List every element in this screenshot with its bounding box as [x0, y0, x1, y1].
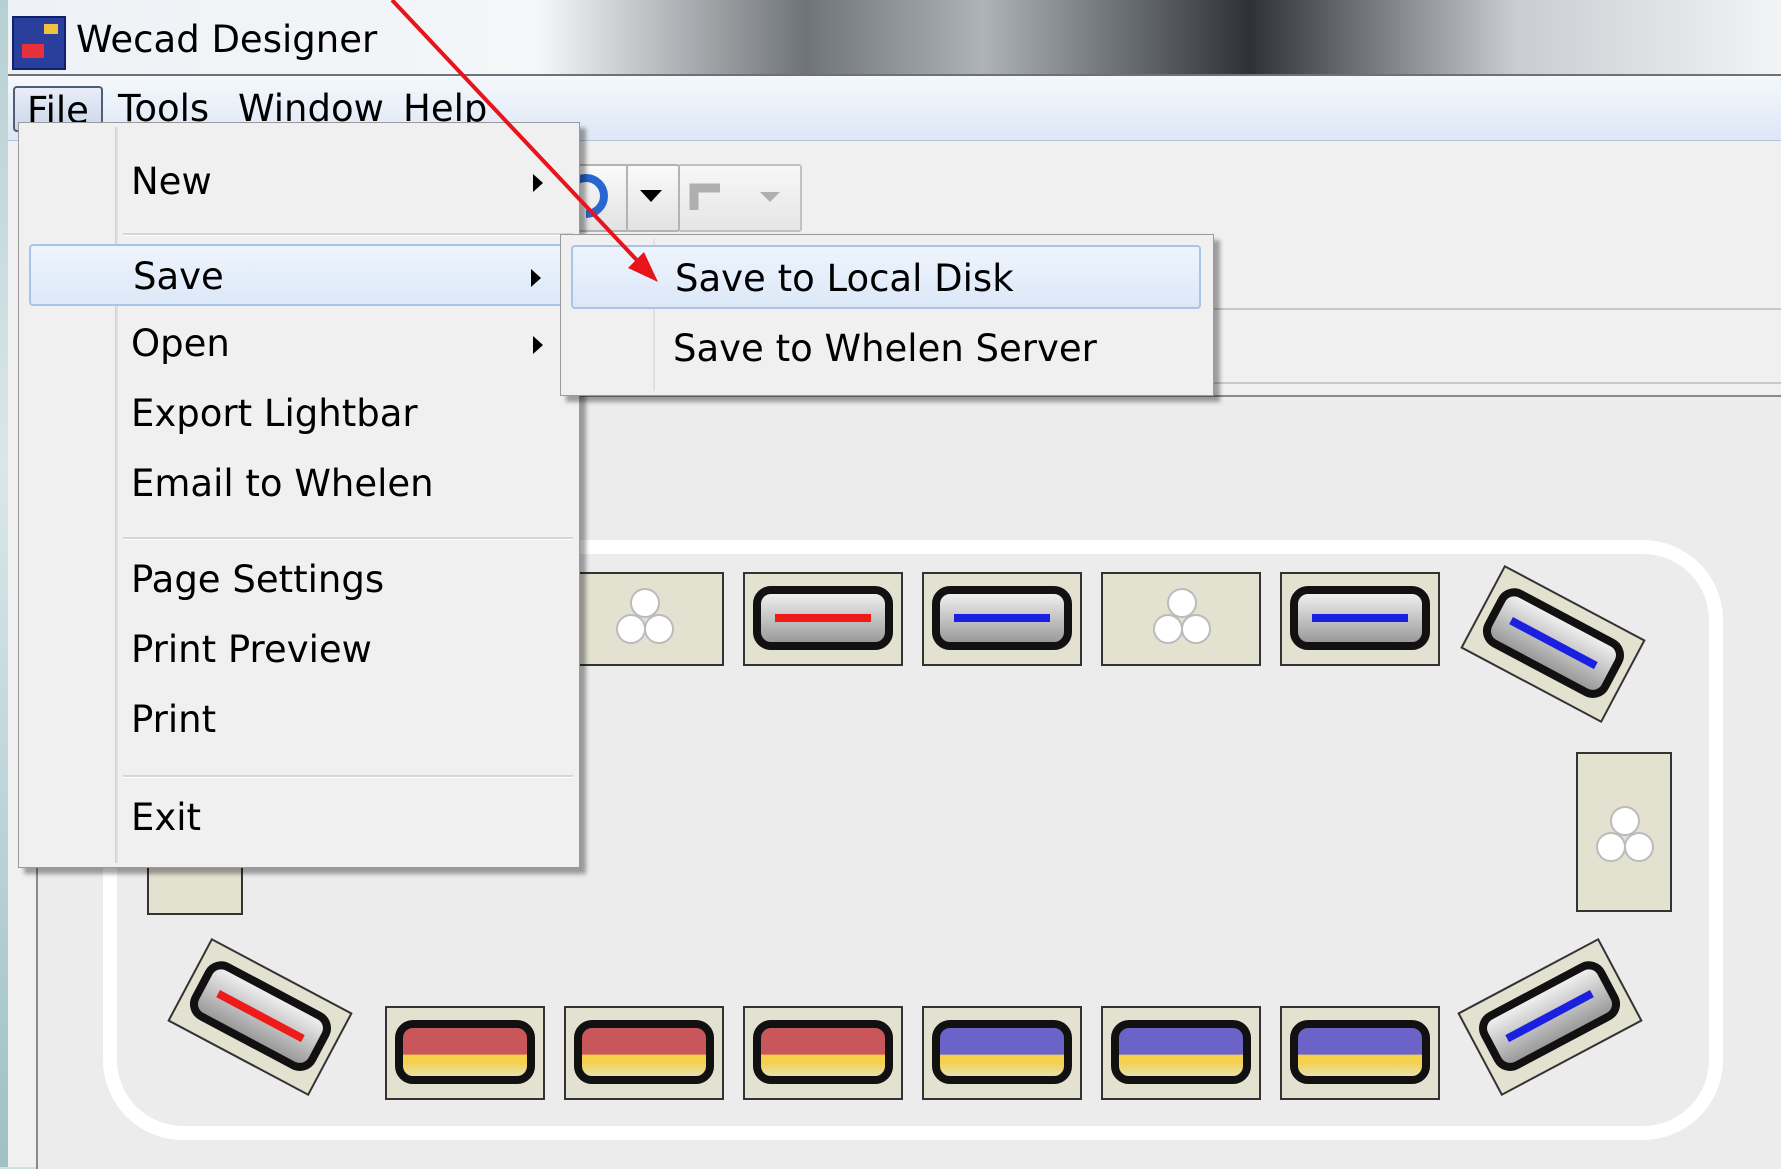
lightbar-module[interactable] [1280, 572, 1440, 666]
lamp-blue [932, 1020, 1072, 1084]
lightbar-module[interactable] [743, 1006, 903, 1100]
menu-item-new[interactable]: New [19, 151, 579, 213]
lightbar-module[interactable] [922, 572, 1082, 666]
submenu-arrow-icon [533, 174, 543, 192]
lamp-blue [1290, 1020, 1430, 1084]
lamp-blue [932, 586, 1072, 650]
menu-item-save-to-local-disk[interactable]: Save to Local Disk [571, 245, 1201, 309]
menu-item-label: Print Preview [131, 628, 372, 671]
lightbar-module[interactable] [564, 1006, 724, 1100]
lightbar-module[interactable] [385, 1006, 545, 1100]
menu-item-label: Exit [131, 796, 202, 839]
lightbar-module[interactable] [1280, 1006, 1440, 1100]
menu-item-email-to-whelen[interactable]: Email to Whelen [19, 453, 579, 515]
menu-item-print[interactable]: Print [19, 689, 579, 751]
app-icon [12, 16, 66, 70]
lightbar-side-module[interactable] [1576, 752, 1672, 912]
lamp-red [753, 586, 893, 650]
cluster-light-icon [1596, 806, 1654, 862]
app-window: Wecad Designer File Tools Window Help Ne… [8, 0, 1781, 1169]
lightbar-module[interactable] [922, 1006, 1082, 1100]
title-bar[interactable]: Wecad Designer [8, 0, 1781, 76]
menu-item-export-lightbar[interactable]: Export Lightbar [19, 383, 579, 445]
menu-item-page-settings[interactable]: Page Settings [19, 549, 579, 611]
menu-item-label: Export Lightbar [131, 392, 418, 435]
menu-item-open[interactable]: Open [19, 313, 579, 375]
lamp-blue [1111, 1020, 1251, 1084]
lightbar-module[interactable] [1101, 572, 1261, 666]
menu-separator [123, 537, 573, 540]
submenu-arrow-icon [531, 269, 541, 287]
save-submenu: Save to Local Disk Save to Whelen Server [560, 234, 1214, 396]
lamp-red [753, 1020, 893, 1084]
lamp-red [574, 1020, 714, 1084]
lightbar-module[interactable] [743, 572, 903, 666]
menu-item-print-preview[interactable]: Print Preview [19, 619, 579, 681]
lamp-red [395, 1020, 535, 1084]
chevron-down-icon [640, 190, 662, 202]
undo-dropdown-button[interactable] [626, 164, 680, 232]
file-menu-dropdown: New Save Open Export Lightbar Email to W… [18, 122, 580, 868]
redo-button[interactable] [678, 164, 802, 232]
window-title: Wecad Designer [76, 18, 378, 61]
lightbar-module[interactable] [564, 572, 724, 666]
menu-item-label: Page Settings [131, 558, 385, 601]
menu-separator [123, 775, 573, 778]
submenu-arrow-icon [533, 336, 543, 354]
menu-item-label: Print [131, 698, 217, 741]
lamp-blue [1290, 586, 1430, 650]
menu-item-label: Save [133, 255, 224, 298]
menu-item-exit[interactable]: Exit [19, 787, 579, 849]
lightbar-module[interactable] [1101, 1006, 1261, 1100]
cluster-light-icon [616, 588, 674, 644]
redo-icon [689, 183, 780, 210]
menu-item-save-to-whelen-server[interactable]: Save to Whelen Server [561, 317, 1213, 381]
menu-item-label: New [131, 160, 212, 203]
menu-separator [123, 233, 573, 236]
menu-item-label: Email to Whelen [131, 462, 434, 505]
menu-item-save[interactable]: Save [29, 244, 569, 306]
menu-item-label: Open [131, 322, 230, 365]
cluster-light-icon [1153, 588, 1211, 644]
